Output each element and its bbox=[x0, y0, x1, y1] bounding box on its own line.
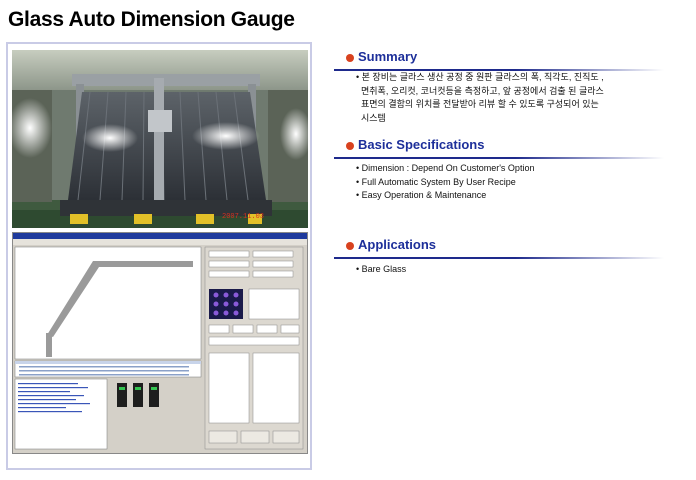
image-panel: 2007.11.03 bbox=[6, 42, 312, 470]
software-screenshot bbox=[12, 232, 308, 454]
spec-item: • Full Automatic System By User Recipe bbox=[356, 176, 516, 187]
summary-line: 면취폭, 오리컷, 코너컷등을 측정하고, 앞 공정에서 검출 된 글라스 bbox=[361, 85, 604, 96]
spec-item: • Easy Operation & Maintenance bbox=[356, 190, 487, 200]
machine-photo: 2007.11.03 bbox=[12, 50, 308, 228]
applications-heading-label: Applications bbox=[358, 237, 437, 252]
application-item: • Bare Glass bbox=[356, 264, 407, 274]
software-ui-illustration bbox=[13, 233, 307, 450]
summary-text: • 본 장비는 글라스 생산 공정 중 원판 글라스의 폭, 직각도, 진직도 … bbox=[356, 71, 604, 125]
specs-heading: Basic Specifications bbox=[334, 137, 664, 159]
spec-item: • Dimension : Depend On Customer's Optio… bbox=[356, 163, 535, 173]
bullet-dot-icon bbox=[346, 54, 354, 62]
bullet-dot-icon bbox=[346, 142, 354, 150]
applications-text: • Bare Glass bbox=[356, 263, 406, 277]
bullet-dot-icon bbox=[346, 242, 354, 250]
summary-heading-label: Summary bbox=[358, 49, 418, 64]
specs-heading-label: Basic Specifications bbox=[358, 137, 485, 152]
summary-heading: Summary bbox=[334, 49, 664, 71]
photo-timestamp: 2007.11.03 bbox=[222, 213, 264, 221]
machine-illustration: 2007.11.03 bbox=[12, 50, 308, 228]
summary-line: • 본 장비는 글라스 생산 공정 중 원판 글라스의 폭, 직각도, 진직도 … bbox=[356, 72, 604, 82]
applications-heading: Applications bbox=[334, 237, 664, 259]
summary-line: 시스템 bbox=[361, 112, 386, 123]
page-title: Glass Auto Dimension Gauge bbox=[8, 8, 295, 31]
summary-line: 표면의 결함의 위치를 전달받아 리뷰 할 수 있도록 구성되어 있는 bbox=[361, 99, 599, 109]
specs-text: • Dimension : Depend On Customer's Optio… bbox=[356, 162, 534, 203]
